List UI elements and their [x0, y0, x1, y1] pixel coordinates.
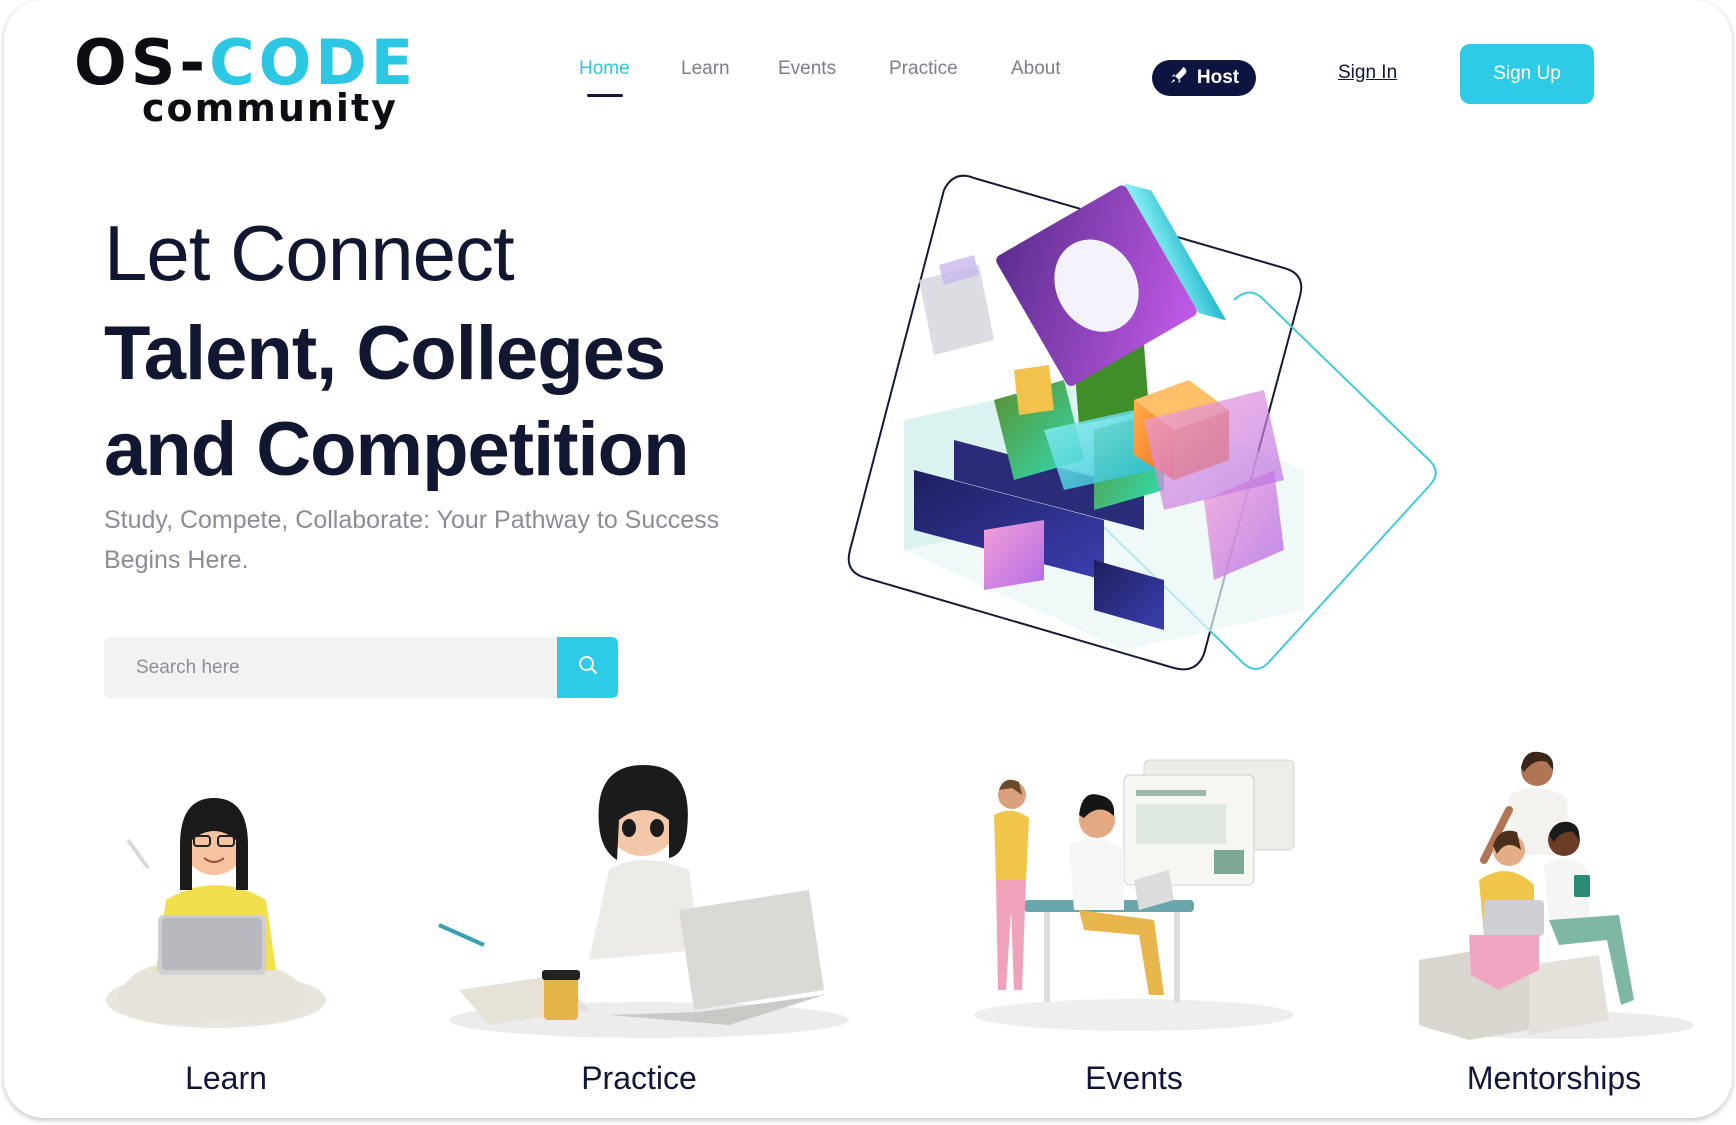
site-logo[interactable]: OS-CODE community	[74, 26, 464, 144]
category-practice-label: Practice	[581, 1060, 697, 1096]
category-learn[interactable]: Learn	[96, 750, 356, 1105]
nav-item-about[interactable]: About	[1011, 58, 1061, 80]
nav-item-practice[interactable]: Practice	[889, 58, 958, 80]
signup-button[interactable]: Sign Up	[1460, 44, 1594, 104]
logo-tagline: community	[142, 86, 398, 130]
page-frame: OS-CODE community Home Learn Events Prac…	[4, 0, 1732, 1118]
practice-illustration	[429, 750, 849, 1051]
nav-item-learn[interactable]: Learn	[681, 58, 730, 80]
hero-heading-line1: Let Connect	[104, 209, 515, 297]
category-events[interactable]: Events	[964, 750, 1304, 1105]
nav-item-home[interactable]: Home	[579, 58, 630, 80]
category-mentorships[interactable]: Mentorships	[1409, 750, 1699, 1105]
events-illustration	[964, 750, 1304, 1051]
search-button[interactable]	[557, 637, 618, 698]
hero-heading-line2: Talent, Colleges	[104, 311, 666, 396]
search-input[interactable]	[104, 637, 558, 698]
nav-item-events[interactable]: Events	[778, 58, 836, 80]
host-button[interactable]: Host	[1152, 60, 1256, 96]
search-bar	[104, 637, 618, 698]
hero-subtitle: Study, Compete, Collaborate: Your Pathwa…	[104, 506, 720, 574]
hero-illustration	[844, 170, 1494, 750]
category-practice[interactable]: Practice	[429, 750, 849, 1105]
category-mentorships-label: Mentorships	[1466, 1060, 1642, 1096]
category-events-label: Events	[1085, 1060, 1183, 1096]
learn-illustration	[96, 750, 356, 1051]
nav-active-indicator	[587, 94, 623, 97]
mentorships-illustration	[1409, 750, 1699, 1051]
signin-link[interactable]: Sign In	[1338, 62, 1397, 84]
host-button-label: Host	[1196, 67, 1240, 88]
search-icon	[577, 654, 599, 681]
category-learn-label: Learn	[185, 1060, 267, 1096]
hero-heading-line3: and Competition	[104, 407, 690, 492]
rocket-icon	[1169, 65, 1189, 91]
